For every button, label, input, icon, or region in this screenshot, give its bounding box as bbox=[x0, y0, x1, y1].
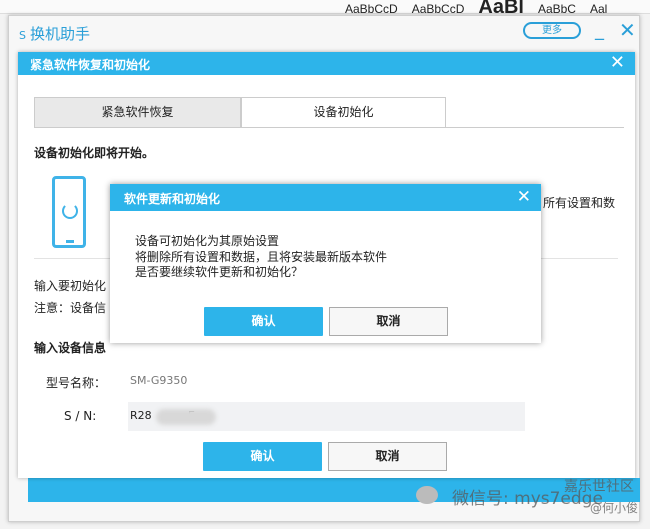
message-line: 设备可初始化为其原始设置 bbox=[135, 234, 280, 248]
app-logo-icon: S bbox=[19, 29, 26, 42]
tab-device-initialize[interactable]: 设备初始化 bbox=[241, 97, 446, 128]
modal-message: 设备可初始化为其原始设置 将删除所有设置和数据，且将安装最新版本软件 是否要继续… bbox=[135, 234, 387, 281]
modal-confirm-button[interactable]: 确认 bbox=[204, 307, 323, 336]
tab-divider bbox=[34, 127, 624, 128]
message-line: 是否要继续软件更新和初始化？ bbox=[135, 265, 304, 279]
style-sample: AaBbCcD bbox=[345, 2, 398, 16]
app-title: S 换机助手 bbox=[19, 23, 90, 44]
description-text: 所有设置和数 bbox=[543, 196, 616, 210]
sn-prefix: R28 bbox=[130, 409, 152, 422]
tab-emergency-recovery[interactable]: 紧急软件恢复 bbox=[34, 97, 241, 128]
model-value: SM-G9350 bbox=[130, 374, 188, 387]
minimize-icon[interactable]: _ bbox=[595, 20, 604, 41]
modal-close-icon[interactable]: ✕ bbox=[517, 187, 531, 207]
note-label: 注意：设备信 bbox=[34, 301, 107, 315]
wechat-logo-icon bbox=[416, 486, 438, 504]
watermark-community: 嘉乐世社区 bbox=[564, 479, 634, 495]
word-ribbon-background: AaBbCcD AaBbCcD AaBl AaBbC Aal bbox=[0, 0, 650, 18]
phone-refresh-icon bbox=[52, 176, 86, 248]
sn-label: S / N: bbox=[64, 409, 97, 423]
init-heading: 设备初始化即将开始。 bbox=[34, 146, 155, 160]
model-label: 型号名称： bbox=[46, 376, 107, 390]
cancel-button[interactable]: 取消 bbox=[328, 442, 447, 471]
app-title-text: 换机助手 bbox=[29, 25, 90, 43]
style-sample: Aal bbox=[589, 2, 608, 16]
watermark-author: @何小俊 bbox=[590, 501, 639, 515]
confirm-button[interactable]: 确认 bbox=[203, 442, 322, 471]
style-sample: AaBbCcD bbox=[411, 2, 465, 16]
device-info-heading: 输入设备信息 bbox=[34, 341, 107, 355]
modal-header: 软件更新和初始化 bbox=[110, 184, 541, 211]
dialog-title: 紧急软件恢复和初始化 bbox=[30, 58, 151, 72]
more-button[interactable]: 更多 bbox=[523, 22, 581, 39]
style-sample: AaBbC bbox=[537, 2, 576, 16]
message-line: 将删除所有设置和数据，且将安装最新版本软件 bbox=[135, 249, 388, 264]
close-icon[interactable]: ✕ bbox=[619, 18, 636, 42]
modal-cancel-button[interactable]: 取消 bbox=[329, 307, 448, 336]
sn-redaction bbox=[156, 409, 216, 425]
dialog-close-icon[interactable]: ✕ bbox=[610, 52, 625, 73]
enter-label: 输入要初始化 bbox=[34, 279, 107, 293]
update-init-modal: 软件更新和初始化 ✕ 设备可初始化为其原始设置 将删除所有设置和数据，且将安装最… bbox=[110, 184, 541, 343]
dialog-header: 紧急软件恢复和初始化 bbox=[18, 52, 635, 75]
modal-title: 软件更新和初始化 bbox=[124, 192, 221, 206]
